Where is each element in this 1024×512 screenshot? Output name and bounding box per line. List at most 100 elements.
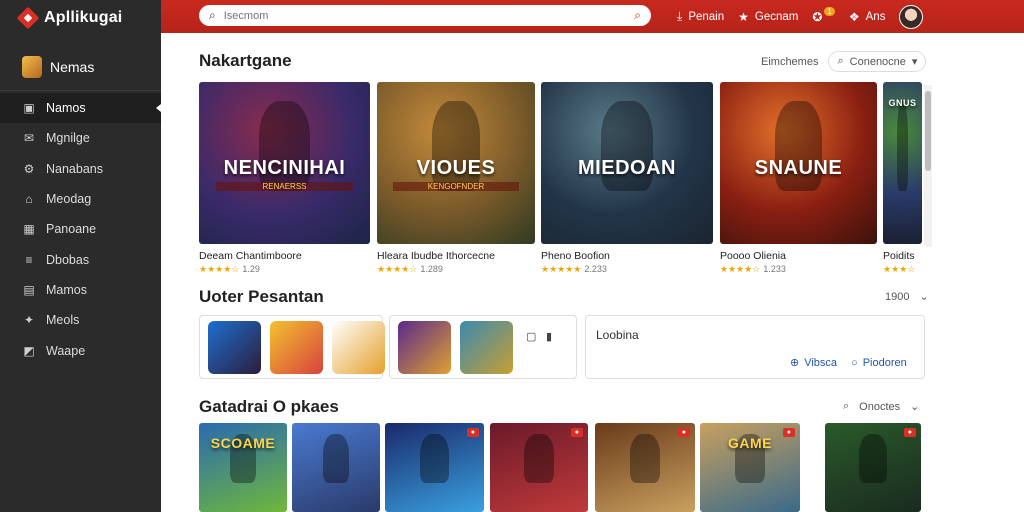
- latest-group-1: [199, 315, 385, 379]
- latest-group-2: ▢ ▮: [389, 315, 577, 379]
- sidebar-item-dbobas[interactable]: ≡ Dbobas: [0, 244, 161, 274]
- sidebar-item-nanabans[interactable]: ⚙ Nanabans: [0, 154, 161, 184]
- game-cover-image: SNAUNE: [720, 82, 877, 244]
- catalog-game-tile[interactable]: ●: [825, 423, 921, 512]
- download-button[interactable]: ⤓ Penain: [677, 9, 724, 24]
- chevron-down-icon: ▾: [911, 56, 918, 68]
- download-icon: ⤓: [677, 9, 683, 23]
- sidebar-item-meols[interactable]: ✦ Meols: [0, 305, 161, 335]
- featured-game-card[interactable]: SNAUNE: [720, 82, 877, 244]
- star-button[interactable]: ★ Gecnam: [738, 10, 798, 24]
- gift-button[interactable]: ❖ Ans: [849, 10, 886, 24]
- game-thumbnail-puzzle-bright[interactable]: [270, 321, 323, 374]
- game-cover-image: GNUS: [883, 82, 922, 244]
- character-figure: [322, 433, 350, 483]
- top-actions: ⤓ Penain ★ Gecnam ✪ 1 ❖ Ans: [677, 0, 924, 33]
- scrollbar-thumb[interactable]: [925, 91, 931, 171]
- character-figure: [524, 433, 554, 483]
- featured-filter-label: Conenocne: [849, 55, 906, 68]
- stars-icon: ★★★★★: [541, 264, 582, 274]
- search-box[interactable]: ⌕ ⌕: [199, 5, 651, 26]
- catalog-game-tile[interactable]: GAME ●: [700, 423, 800, 512]
- catalog-game-tile[interactable]: ●: [595, 423, 695, 512]
- info-link-label: Vibsca: [804, 356, 838, 369]
- featured-game-card[interactable]: VIOUES KENGOFNDER: [377, 82, 535, 244]
- top-action-label: Penain: [688, 10, 725, 23]
- avatar[interactable]: [899, 4, 924, 29]
- cover-subtitle: RENAERSS: [216, 182, 353, 192]
- sidebar-item-namos[interactable]: ▣ Namos: [0, 93, 161, 124]
- search-submit-icon[interactable]: ⌕: [634, 8, 641, 23]
- sidebar-item-label: Mamos: [46, 282, 87, 297]
- notification-badge: 1: [824, 7, 835, 16]
- featured-sort-label[interactable]: Eimchemes: [761, 56, 818, 68]
- tile-badge-icon: ●: [782, 428, 795, 437]
- rating-value: 1.233: [763, 264, 786, 274]
- featured-game-card[interactable]: NENCINIHAI RENAERSS: [199, 82, 370, 244]
- cover-subtitle: KENGOFNDER: [392, 182, 520, 192]
- carousel-scrollbar[interactable]: [924, 85, 932, 247]
- cover-title: SCOAME: [210, 435, 276, 452]
- game-thumbnail-hooded-hero[interactable]: [208, 321, 261, 374]
- sidebar-item-mgnilge[interactable]: ✉ Mgnilge: [0, 123, 161, 153]
- catalog-game-tile[interactable]: [292, 423, 380, 512]
- game-thumbnail-blue-golem[interactable]: [460, 321, 513, 374]
- sidebar-item-label: Dbobas: [46, 252, 90, 267]
- game-name[interactable]: Poooo Olienia: [720, 250, 786, 262]
- game-cover-image: NENCINIHAI RENAERSS: [199, 82, 370, 244]
- game-name[interactable]: Hleara Ibudbe Ithorcecne: [377, 250, 495, 262]
- catalog-title: Gatadrai O pkaes: [199, 397, 339, 416]
- featured-game-card[interactable]: MIEDOAN: [541, 82, 713, 244]
- sidebar-item-waape[interactable]: ◩ Waape: [0, 335, 161, 365]
- game-cover-image: GAME ●: [700, 423, 800, 512]
- search-icon: ⌕: [209, 8, 216, 22]
- trophy-icon: ✪: [812, 9, 823, 24]
- brand[interactable]: Apllikugai: [0, 0, 161, 36]
- game-cover-image: ●: [385, 423, 484, 512]
- sidebar-item-panoane[interactable]: ▦ Panoane: [0, 214, 161, 244]
- chevron-down-icon[interactable]: ⌄: [910, 400, 919, 413]
- character-figure: [419, 433, 450, 483]
- bookmark-icon[interactable]: ▮: [546, 330, 552, 343]
- sidebar-item-label: Meodag: [46, 192, 92, 207]
- catalog-game-tile[interactable]: ●: [490, 423, 588, 512]
- sidebar-nav: ▣ Namos ✉ Mgnilge ⚙ Nanabans ⌂ Meodag ▦ Panoane ≡ D…: [0, 93, 161, 366]
- image-icon: ◩: [23, 343, 35, 358]
- game-name[interactable]: Poidits: [883, 250, 915, 262]
- latest-title: Uoter Pesantan: [199, 287, 324, 306]
- sidebar-header[interactable]: Nemas: [0, 50, 161, 84]
- sidebar-item-label: Panoane: [46, 222, 97, 237]
- top-action-label: Gecnam: [754, 10, 799, 23]
- game-name[interactable]: Deeam Chantimboore: [199, 250, 302, 262]
- stars-icon: ★★★★☆: [199, 264, 240, 274]
- sidebar: Apllikugai Nemas ▣ Namos ✉ Mgnilge ⚙ Nanabans…: [0, 0, 161, 512]
- trophy-button[interactable]: ✪ 1: [812, 7, 835, 24]
- sidebar-item-label: Nanabans: [46, 161, 103, 176]
- catalog-filter-label[interactable]: Onoctes: [859, 401, 900, 413]
- rating-value: 1.29: [242, 264, 260, 274]
- star-icon: ★: [738, 9, 749, 24]
- chevron-down-icon[interactable]: ⌄: [919, 290, 928, 303]
- home-icon: ⌂: [25, 192, 33, 207]
- tile-badge-icon: ●: [570, 428, 583, 437]
- copy-icon[interactable]: ▢: [526, 330, 536, 343]
- catalog-game-tile[interactable]: ●: [385, 423, 484, 512]
- game-thumbnail-crown-title[interactable]: [332, 321, 385, 374]
- game-cover-image: ●: [490, 423, 588, 512]
- info-link-vibsca[interactable]: ⊕ Vibsca: [790, 356, 838, 370]
- sidebar-item-meodag[interactable]: ⌂ Meodag: [0, 184, 161, 214]
- catalog-game-tile[interactable]: SCOAME: [199, 423, 287, 512]
- featured-filter-dropdown[interactable]: ⌕ Conenocne ▾: [828, 51, 927, 72]
- search-input[interactable]: [223, 9, 627, 22]
- rating-value: 2.233: [584, 264, 607, 274]
- game-name[interactable]: Pheno Boofion: [541, 250, 610, 262]
- cover-title: SNAUNE: [754, 156, 843, 179]
- sidebar-item-mamos[interactable]: ▤ Mamos: [0, 275, 161, 305]
- cover-title: MIEDOAN: [578, 156, 676, 179]
- star-rating: ★★★☆: [883, 264, 915, 275]
- featured-game-card[interactable]: GNUS: [883, 82, 922, 244]
- character-figure: [858, 433, 888, 483]
- game-thumbnail-purple-quest[interactable]: [398, 321, 451, 374]
- info-link-piodoren[interactable]: ○ Piodoren: [851, 356, 907, 369]
- cover-title: VIOUES: [416, 156, 496, 179]
